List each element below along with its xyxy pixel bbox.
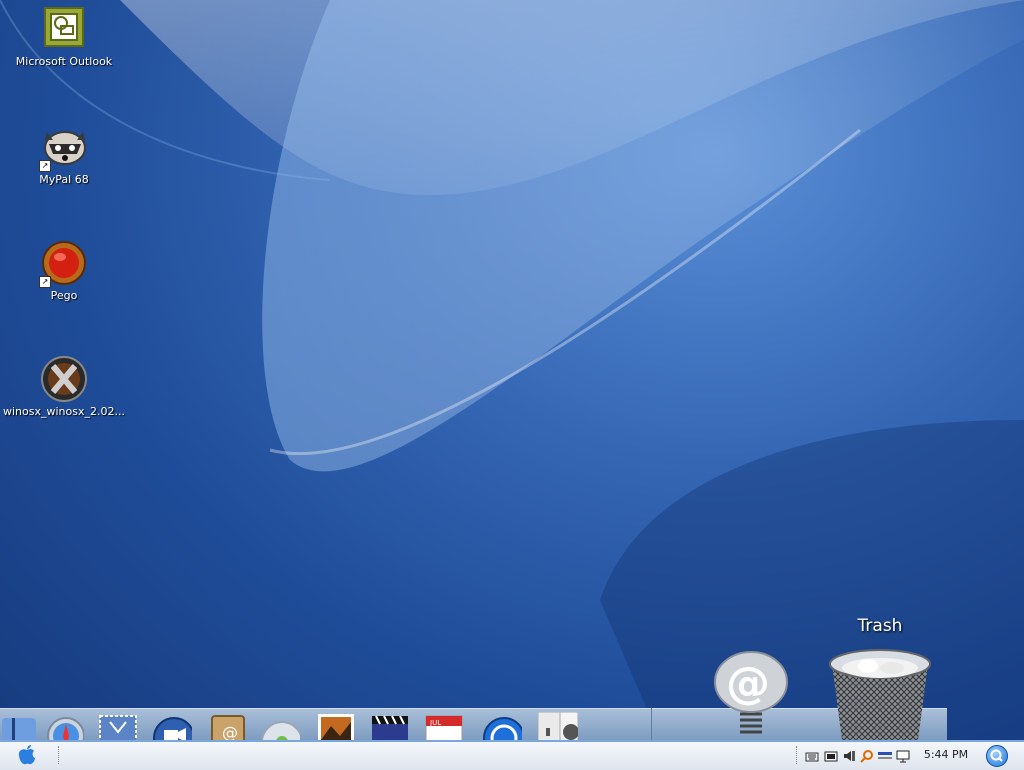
desktop-icon-mypal[interactable]: ↗ MyPal 68 xyxy=(0,124,128,186)
desktop-icon-label: MyPal 68 xyxy=(39,173,89,186)
movie-icon[interactable] xyxy=(370,712,410,742)
mail-at-icon[interactable]: @ xyxy=(712,650,790,740)
safari-icon[interactable] xyxy=(44,712,84,742)
svg-text:@: @ xyxy=(726,658,770,709)
ichat-icon[interactable] xyxy=(152,712,192,742)
address-book-icon[interactable]: @ xyxy=(208,712,248,742)
dock-separator xyxy=(651,708,652,740)
web-icon[interactable] xyxy=(482,712,522,742)
dock xyxy=(0,708,947,741)
taskbar-divider xyxy=(796,746,798,764)
volume-icon[interactable] xyxy=(842,748,856,762)
outlook-icon xyxy=(41,6,87,52)
system-prefs-icon[interactable] xyxy=(538,712,578,742)
red-orb-icon: ↗ xyxy=(39,240,87,288)
monitor-icon[interactable] xyxy=(896,748,910,763)
keyboard-icon[interactable] xyxy=(805,748,819,762)
apple-logo-icon[interactable] xyxy=(14,744,40,766)
mail-stamp-icon[interactable] xyxy=(98,712,138,742)
taskbar-clock[interactable]: 5:44 PM xyxy=(918,748,974,761)
spotlight-search-icon[interactable] xyxy=(986,745,1008,767)
trash-icon[interactable] xyxy=(826,644,934,740)
desktop-icon-outlook[interactable]: Microsoft Outlook xyxy=(0,6,128,68)
trash-label: Trash xyxy=(857,616,903,636)
desktop-icon-label: winosx_winosx_2.02... xyxy=(3,405,125,418)
shortcut-arrow-icon: ↗ xyxy=(39,160,51,172)
svg-text:JUL: JUL xyxy=(429,719,441,727)
search-tray-icon[interactable] xyxy=(860,748,874,763)
desktop-icon-winosx[interactable]: winosx_winosx_2.02... xyxy=(0,356,128,418)
ical-icon[interactable]: JUL xyxy=(424,712,464,742)
photo-icon[interactable] xyxy=(316,712,356,742)
battery-icon[interactable] xyxy=(824,748,838,762)
desktop-icon-label: Microsoft Outlook xyxy=(15,55,113,68)
desktop-icon-label: Pego xyxy=(50,289,78,302)
taskbar-divider xyxy=(58,746,60,764)
x-logo-icon xyxy=(41,356,87,402)
network-icon[interactable] xyxy=(878,748,892,762)
raccoon-icon: ↗ xyxy=(39,124,87,172)
shortcut-arrow-icon: ↗ xyxy=(39,276,51,288)
itunes-icon[interactable] xyxy=(260,712,300,742)
desktop-icon-pego[interactable]: ↗ Pego xyxy=(0,240,128,302)
finder-icon[interactable] xyxy=(0,712,40,742)
